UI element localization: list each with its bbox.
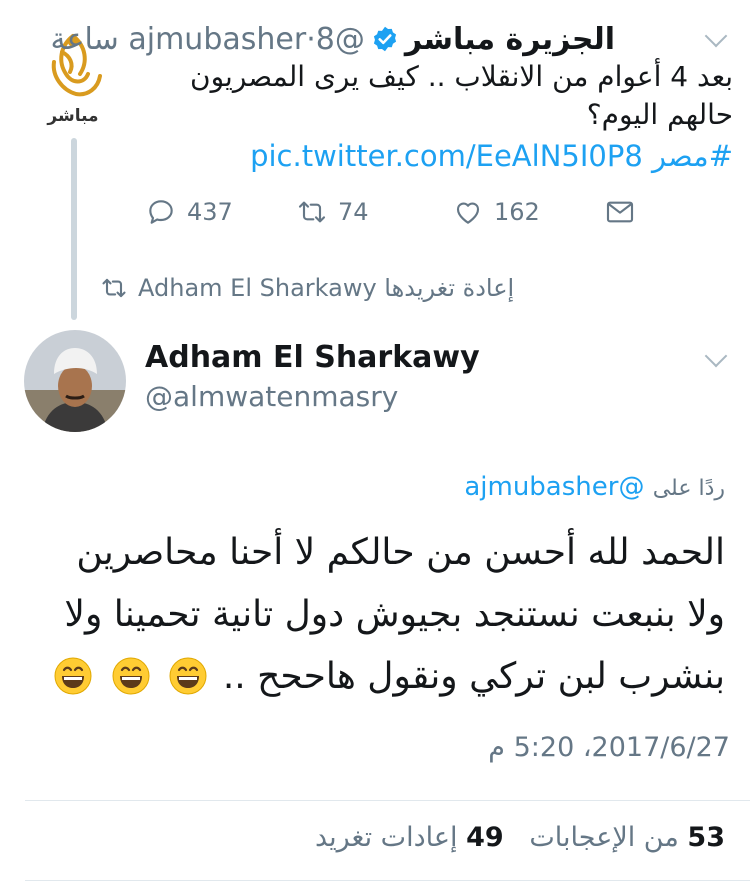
avatar[interactable] bbox=[24, 330, 126, 432]
account-name[interactable]: الجزيرة مباشر bbox=[405, 22, 615, 57]
tweet-stats: 53 من الإعجابات 49 إعادات تغريد bbox=[315, 822, 725, 853]
media-link[interactable]: pic.twitter.com/EeAlN5I0P8 bbox=[250, 139, 643, 173]
tweet-body: الحمد لله أحسن من حالكم لا أحنا محاصرين … bbox=[25, 522, 725, 708]
verified-icon bbox=[373, 26, 396, 52]
time-separator: · bbox=[306, 22, 316, 57]
tweet-body-line: الحمد لله أحسن من حالكم لا أحنا محاصرين bbox=[76, 532, 725, 573]
reply-icon bbox=[149, 200, 173, 224]
like-action[interactable]: 162 bbox=[452, 194, 540, 230]
retweets-label[interactable]: إعادات تغريد bbox=[315, 822, 458, 853]
reply-prefix: ردًا على bbox=[652, 476, 725, 501]
tweet-links: #مصر pic.twitter.com/EeAlN5I0P8 bbox=[135, 138, 733, 174]
like-count: 162 bbox=[494, 198, 540, 226]
tweet-body-line: بنشرب لبن تركي ونقول هاححح .. bbox=[222, 656, 725, 697]
tweet-body-line: ولا بنبعت نستنجد بجيوش دول تانية تحمينا … bbox=[64, 594, 725, 635]
divider bbox=[25, 880, 750, 881]
tweet-header: الجزيرة مباشر @ajmubasher·8 ساعة bbox=[51, 20, 615, 60]
avatar-image bbox=[24, 330, 126, 432]
thread-connector-line bbox=[71, 138, 77, 320]
grinning-emoji bbox=[54, 657, 92, 695]
retweet-context-label[interactable]: Adham El Sharkawy إعادة تغريدها bbox=[138, 274, 514, 302]
tweet-body-line-3: بنشرب لبن تركي ونقول هاححح .. bbox=[25, 646, 725, 708]
grinning-emoji bbox=[112, 657, 150, 695]
chevron-down-icon[interactable] bbox=[704, 24, 728, 48]
grinning-emoji bbox=[169, 657, 207, 695]
likes-count[interactable]: 53 bbox=[687, 822, 725, 853]
reply-action[interactable]: 437 bbox=[145, 194, 233, 230]
hashtag-link[interactable]: #مصر bbox=[652, 139, 733, 173]
dm-action[interactable] bbox=[604, 194, 646, 230]
tweet-text: بعد 4 أعوام من الانقلاب .. كيف يرى المصر… bbox=[190, 60, 733, 131]
tweet-timestamp: 2017/6/27، 5:20 م bbox=[488, 732, 730, 763]
dm-icon bbox=[606, 201, 634, 223]
reply-handle-link[interactable]: @ajmubasher bbox=[464, 472, 644, 502]
author-name[interactable]: Adham El Sharkawy bbox=[145, 340, 480, 375]
reply-context: ردًا على @ajmubasher bbox=[464, 472, 725, 502]
divider bbox=[25, 800, 750, 801]
reply-count: 437 bbox=[187, 198, 233, 226]
retweet-action[interactable]: 74 bbox=[296, 194, 369, 230]
retweet-icon bbox=[298, 201, 326, 223]
retweets-count[interactable]: 49 bbox=[466, 822, 504, 853]
chevron-down-icon[interactable] bbox=[704, 344, 728, 368]
author-handle[interactable]: @almwatenmasry bbox=[145, 380, 398, 413]
like-icon bbox=[456, 202, 480, 224]
retweet-context: Adham El Sharkawy إعادة تغريدها bbox=[100, 274, 514, 302]
retweet-count: 74 bbox=[338, 198, 369, 226]
likes-label[interactable]: من الإعجابات bbox=[529, 822, 678, 853]
logo-label: مباشر bbox=[47, 106, 99, 126]
retweet-small-icon bbox=[102, 278, 126, 298]
